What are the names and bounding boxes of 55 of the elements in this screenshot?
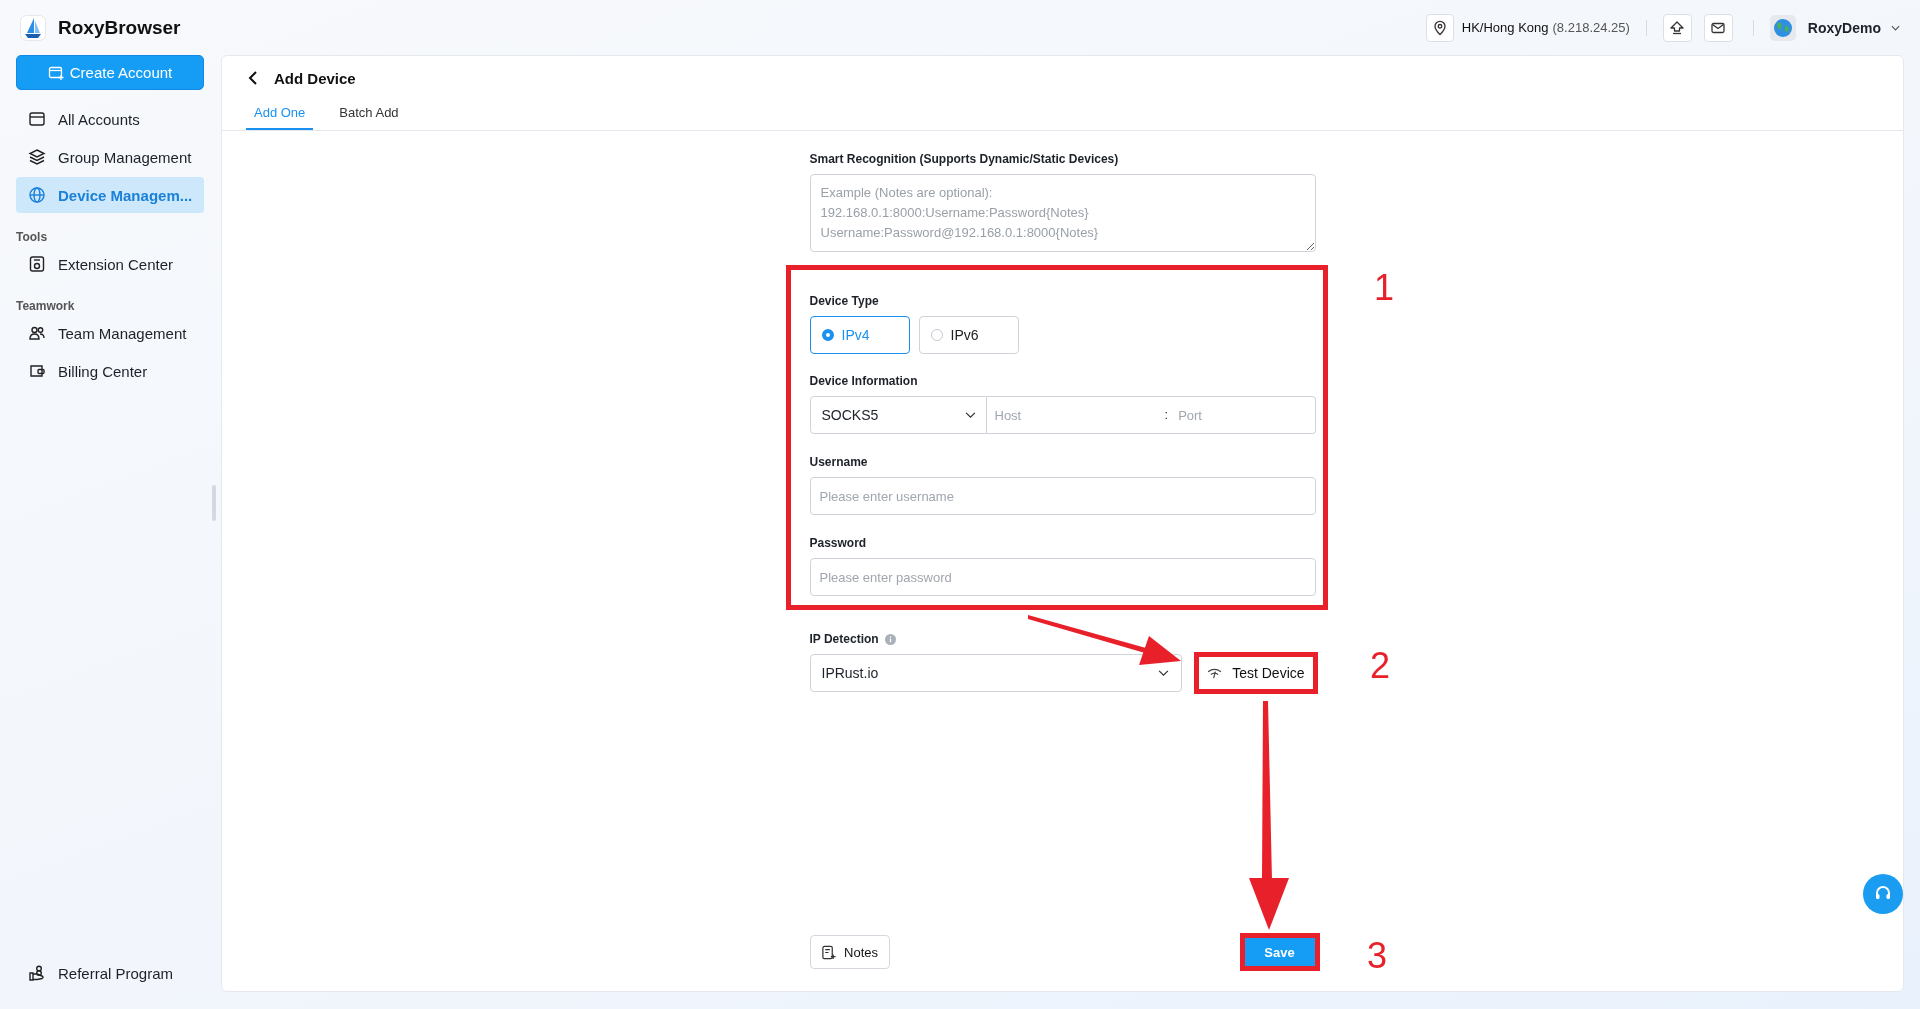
sidebar-item[interactable]: Group Management xyxy=(16,139,204,175)
mail-button[interactable] xyxy=(1703,13,1733,42)
wallet-icon xyxy=(28,362,46,380)
resize-handle[interactable] xyxy=(212,485,216,521)
field-label: Username xyxy=(809,454,869,470)
layers-icon xyxy=(28,148,46,166)
add-window-icon xyxy=(47,64,64,81)
host-field[interactable]: Host xyxy=(986,396,1163,434)
radio-option[interactable]: IPv6 xyxy=(918,316,1019,354)
section-title: Teamwork xyxy=(16,298,76,314)
globe-icon xyxy=(28,186,46,204)
field-label: Smart Recognition (Supports Dynamic/Static Devices) xyxy=(809,151,1120,167)
username-field[interactable]: Please enter username xyxy=(809,477,1316,515)
notes-button[interactable]: Notes xyxy=(809,935,890,969)
tab[interactable]: Batch Add xyxy=(331,99,407,130)
sidebar-item[interactable]: Extension Center xyxy=(16,246,204,282)
sidebar-item[interactable]: Billing Center xyxy=(16,353,204,389)
avatar-icon[interactable] xyxy=(1769,14,1796,41)
hand-coins-icon xyxy=(28,964,46,982)
caret-icon[interactable] xyxy=(1891,24,1900,31)
password-field[interactable]: Please enter password xyxy=(809,558,1316,596)
chevron-down-icon xyxy=(964,411,976,419)
location-button[interactable] xyxy=(1425,13,1454,42)
sidebar-item[interactable]: Referral Program xyxy=(16,955,204,991)
box-icon xyxy=(28,255,46,273)
field-label: IP Detection xyxy=(809,631,879,647)
port-field[interactable]: Port xyxy=(1170,396,1316,434)
field-label: Password xyxy=(809,535,868,551)
chevron-down-icon xyxy=(1158,669,1170,677)
upload-button[interactable] xyxy=(1662,13,1692,42)
field-label: Device Type xyxy=(809,293,880,309)
smart-recognition-field[interactable]: Example (Notes are optional): 192.168.0.1:8000:Username:Password{Notes} Username:Password@192.168.0.1:8000{Notes} xyxy=(809,174,1316,252)
section-title: Tools xyxy=(16,229,49,245)
user-name[interactable]: RoxyDemo xyxy=(1807,19,1881,36)
window-icon xyxy=(28,110,46,128)
location-text: HK/Hong Kong xyxy=(1461,20,1549,35)
upload-icon xyxy=(1669,19,1686,36)
users-icon xyxy=(28,324,46,342)
logo-icon xyxy=(20,14,46,41)
note-add-icon xyxy=(821,944,836,960)
app-name: RoxyBrowser xyxy=(58,16,181,39)
signal-icon xyxy=(1207,667,1223,679)
ip-detection-select[interactable]: IPRust.io xyxy=(809,654,1183,692)
test-device-button[interactable]: Test Device xyxy=(1196,654,1316,692)
field-label: Device Information xyxy=(809,373,919,389)
sidebar-item[interactable]: Team Management xyxy=(16,315,204,351)
sidebar-item[interactable]: All Accounts xyxy=(16,101,204,137)
back-icon[interactable] xyxy=(248,70,258,86)
step-number: 1 xyxy=(1374,268,1395,308)
step-number: 2 xyxy=(1370,646,1391,686)
protocol-select[interactable]: SOCKS5 xyxy=(809,396,987,434)
page-title: Add Device xyxy=(274,69,356,87)
step-number: 3 xyxy=(1367,936,1388,976)
location-pin-icon xyxy=(1431,19,1448,36)
ip-address: (8.218.24.25) xyxy=(1552,20,1630,35)
